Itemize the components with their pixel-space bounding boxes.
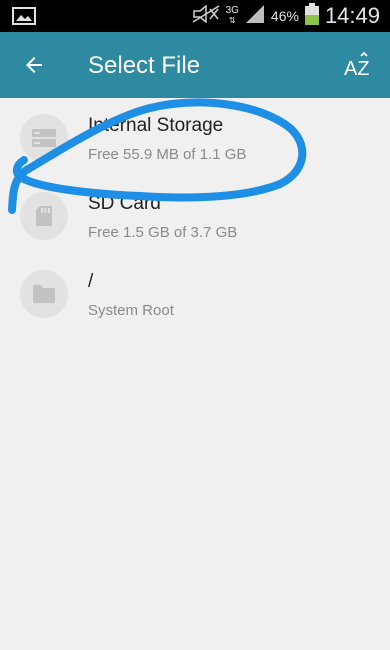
gallery-notification-icon — [12, 7, 36, 30]
svg-text:AZ: AZ — [344, 58, 370, 80]
battery-icon — [304, 2, 319, 30]
folder-icon — [20, 270, 68, 318]
list-item-internal-storage[interactable]: Internal Storage Free 55.9 MB of 1.1 GB — [0, 98, 390, 176]
muted-icon — [192, 3, 220, 28]
status-bar: 3G ⇅ 46% 14:49 — [0, 0, 390, 32]
item-subtitle: System Root — [88, 302, 174, 319]
sort-az-button[interactable]: AZ — [338, 45, 378, 85]
storage-icon — [20, 114, 68, 162]
item-title: SD Card — [88, 193, 161, 214]
storage-list: Internal Storage Free 55.9 MB of 1.1 GB … — [0, 98, 390, 332]
arrow-left-icon — [26, 57, 42, 73]
sort-az-icon: AZ — [344, 51, 370, 80]
item-subtitle: Free 55.9 MB of 1.1 GB — [88, 146, 247, 163]
sd-card-icon — [20, 192, 68, 240]
clock: 14:49 — [324, 3, 380, 28]
item-subtitle: Free 1.5 GB of 3.7 GB — [88, 224, 238, 241]
battery-percent: 46% — [270, 8, 299, 24]
back-button[interactable] — [14, 45, 54, 85]
page-title: Select File — [88, 52, 201, 79]
list-item-system-root[interactable]: / System Root — [0, 254, 390, 332]
list-item-sd-card[interactable]: SD Card Free 1.5 GB of 3.7 GB — [0, 176, 390, 254]
signal-icon — [245, 4, 265, 29]
item-title: Internal Storage — [88, 115, 224, 136]
app-bar: Select File AZ — [0, 32, 390, 98]
item-title: / — [88, 271, 94, 292]
network-indicator: 3G ⇅ — [225, 5, 239, 26]
